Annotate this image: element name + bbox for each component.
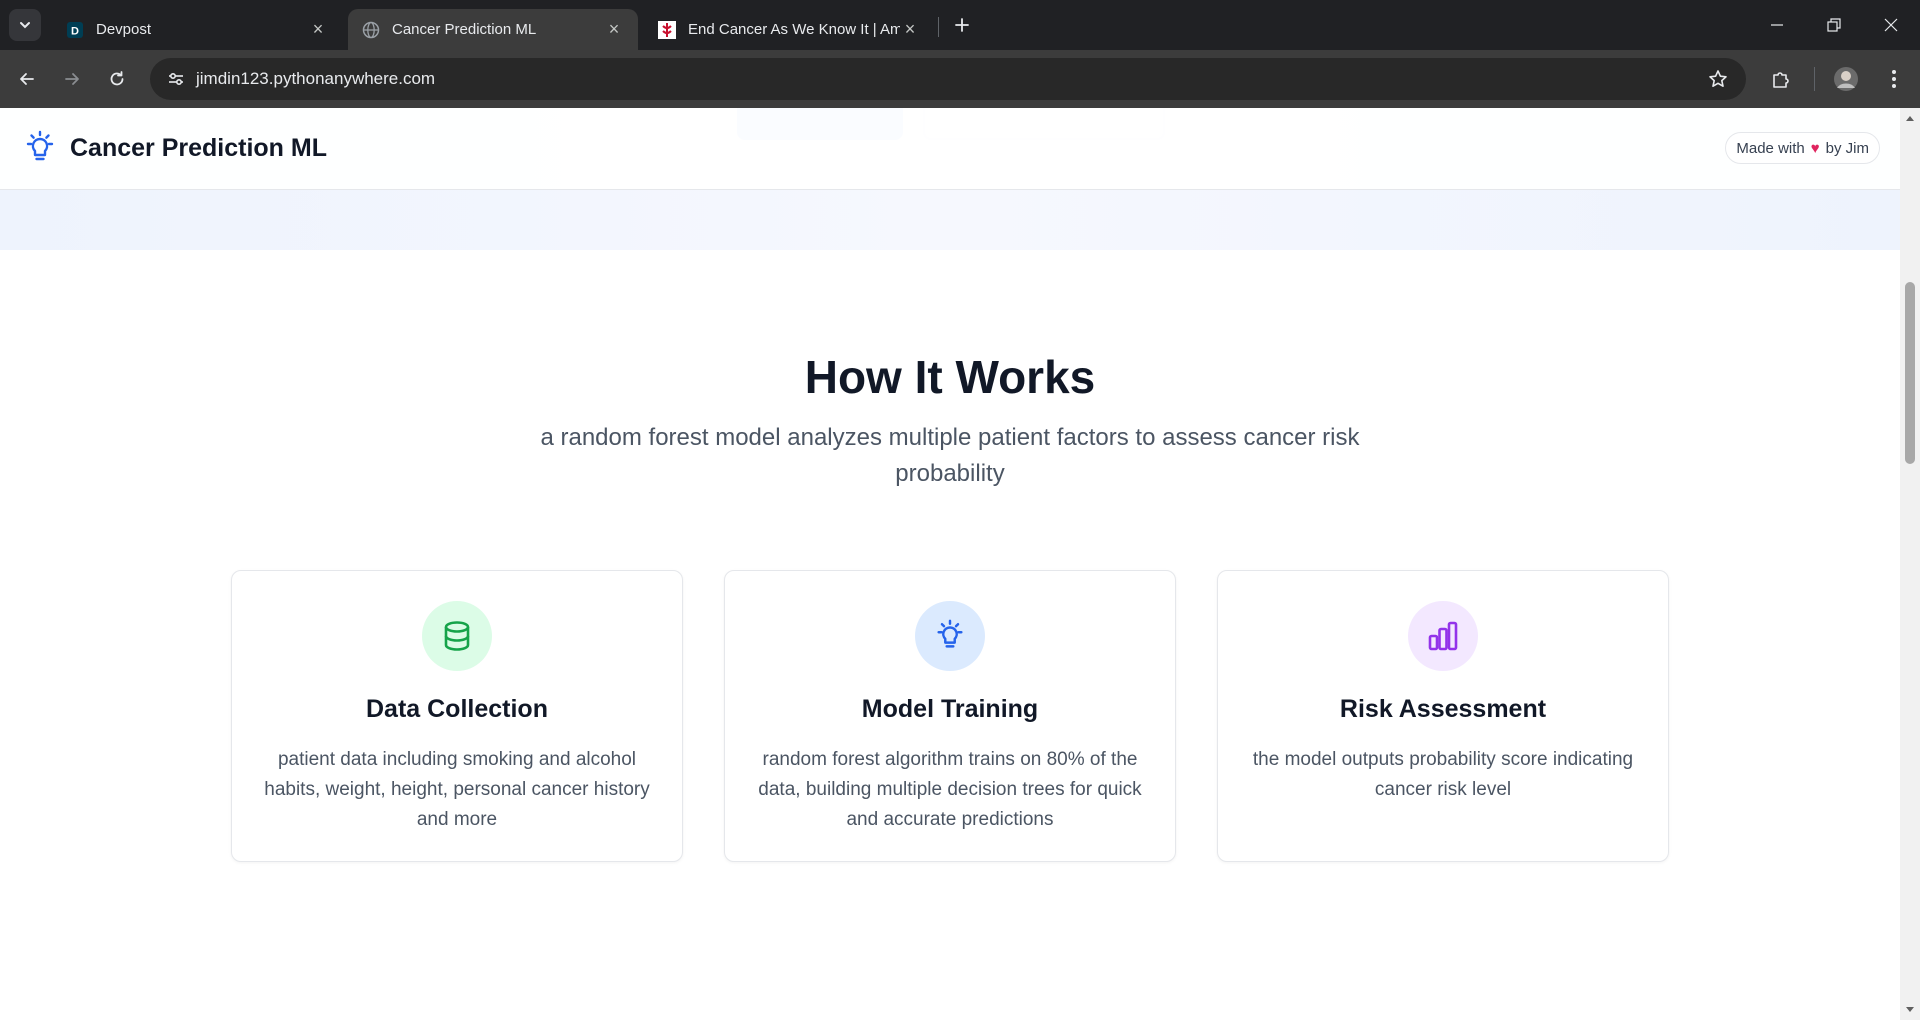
close-tab-icon[interactable]: ×	[604, 19, 624, 40]
bar-chart-icon	[1428, 621, 1458, 651]
card-description: the model outputs probability score indi…	[1252, 749, 1634, 800]
browser-tab-strip: D Devpost × Cancer Prediction ML × End C…	[0, 0, 1920, 50]
card-icon-wrap	[422, 601, 492, 671]
site-info-button[interactable]	[160, 63, 192, 95]
puzzle-icon	[1773, 72, 1789, 88]
lightbulb-icon	[26, 130, 54, 161]
star-icon	[1709, 70, 1727, 87]
page-scrollbar[interactable]	[1900, 108, 1920, 1020]
lightbulb-icon	[937, 619, 963, 648]
section-title: How It Works	[804, 351, 1096, 403]
brand[interactable]: Cancer Prediction ML	[22, 130, 327, 166]
bookmark-button[interactable]	[1702, 63, 1734, 95]
tab-title: Cancer Prediction ML	[392, 21, 537, 38]
scroll-down-arrow-icon[interactable]	[1904, 1004, 1916, 1016]
close-icon	[1884, 18, 1898, 32]
acs-logo-icon	[658, 20, 676, 39]
section-subtitle: a random forest model analyzes multiple …	[540, 424, 1360, 487]
card-data-collection: Data Collection patient data including s…	[231, 570, 683, 862]
forward-button[interactable]	[56, 63, 88, 95]
scrollbar-thumb[interactable]	[1905, 282, 1915, 464]
tab-cancer-prediction[interactable]: Cancer Prediction ML ×	[348, 9, 638, 50]
chevron-down-icon	[20, 22, 30, 29]
plus-icon	[955, 18, 969, 32]
new-tab-button[interactable]	[948, 11, 976, 39]
made-with-suffix: by Jim	[1825, 139, 1869, 157]
tab-title: End Cancer As We Know It | Am	[688, 21, 900, 38]
toolbar-divider	[1814, 67, 1815, 91]
tab-acs[interactable]: End Cancer As We Know It | Am ×	[644, 9, 934, 50]
reload-button[interactable]	[101, 63, 133, 95]
close-tab-icon[interactable]: ×	[900, 19, 920, 40]
database-icon	[444, 621, 470, 651]
card-description: random forest algorithm trains on 80% of…	[758, 749, 1142, 830]
globe-icon	[362, 21, 380, 39]
tab-separator	[938, 17, 939, 37]
close-tab-icon[interactable]: ×	[308, 19, 328, 40]
restore-icon	[1827, 18, 1841, 32]
tab-title: Devpost	[96, 21, 152, 38]
scroll-up-arrow-icon[interactable]	[1904, 112, 1916, 124]
made-with-badge: Made with ♥ by Jim	[1725, 132, 1880, 164]
svg-text:D: D	[71, 25, 79, 37]
card-icon-wrap	[915, 601, 985, 671]
card-icon-wrap	[1408, 601, 1478, 671]
tab-search-button[interactable]	[9, 9, 41, 41]
devpost-icon: D	[66, 21, 84, 39]
card-title: Risk Assessment	[1339, 695, 1547, 723]
minimize-button[interactable]	[1748, 0, 1806, 50]
card-title: Data Collection	[366, 695, 548, 723]
more-vertical-icon	[1892, 70, 1896, 88]
tab-devpost[interactable]: D Devpost ×	[52, 9, 342, 50]
minimize-icon	[1771, 24, 1783, 26]
close-window-button[interactable]	[1862, 0, 1920, 50]
arrow-right-icon	[65, 73, 79, 85]
menu-button[interactable]	[1878, 63, 1910, 95]
restore-button[interactable]	[1805, 0, 1863, 50]
arrow-left-icon	[20, 73, 34, 85]
brand-name: Cancer Prediction ML	[70, 133, 327, 162]
profile-avatar[interactable]	[1830, 63, 1862, 95]
extensions-button[interactable]	[1765, 63, 1797, 95]
page-viewport: Cancer Prediction ML Made with ♥ by Jim …	[0, 108, 1900, 1020]
address-bar[interactable]: jimdin123.pythonanywhere.com	[150, 58, 1746, 100]
reload-icon	[110, 71, 124, 86]
made-with-prefix: Made with	[1736, 139, 1805, 157]
card-title: Model Training	[861, 695, 1039, 723]
tune-icon	[169, 72, 183, 86]
avatar-icon	[1834, 67, 1858, 91]
browser-toolbar: jimdin123.pythonanywhere.com	[0, 50, 1920, 108]
card-model-training: Model Training random forest algorithm t…	[724, 570, 1176, 862]
card-risk-assessment: Risk Assessment the model outputs probab…	[1217, 570, 1669, 862]
site-header: Cancer Prediction ML Made with ♥ by Jim	[0, 108, 1900, 190]
url-text[interactable]: jimdin123.pythonanywhere.com	[196, 69, 435, 89]
back-button[interactable]	[11, 63, 43, 95]
heart-icon: ♥	[1810, 139, 1820, 157]
card-description: patient data including smoking and alcoh…	[264, 749, 650, 830]
